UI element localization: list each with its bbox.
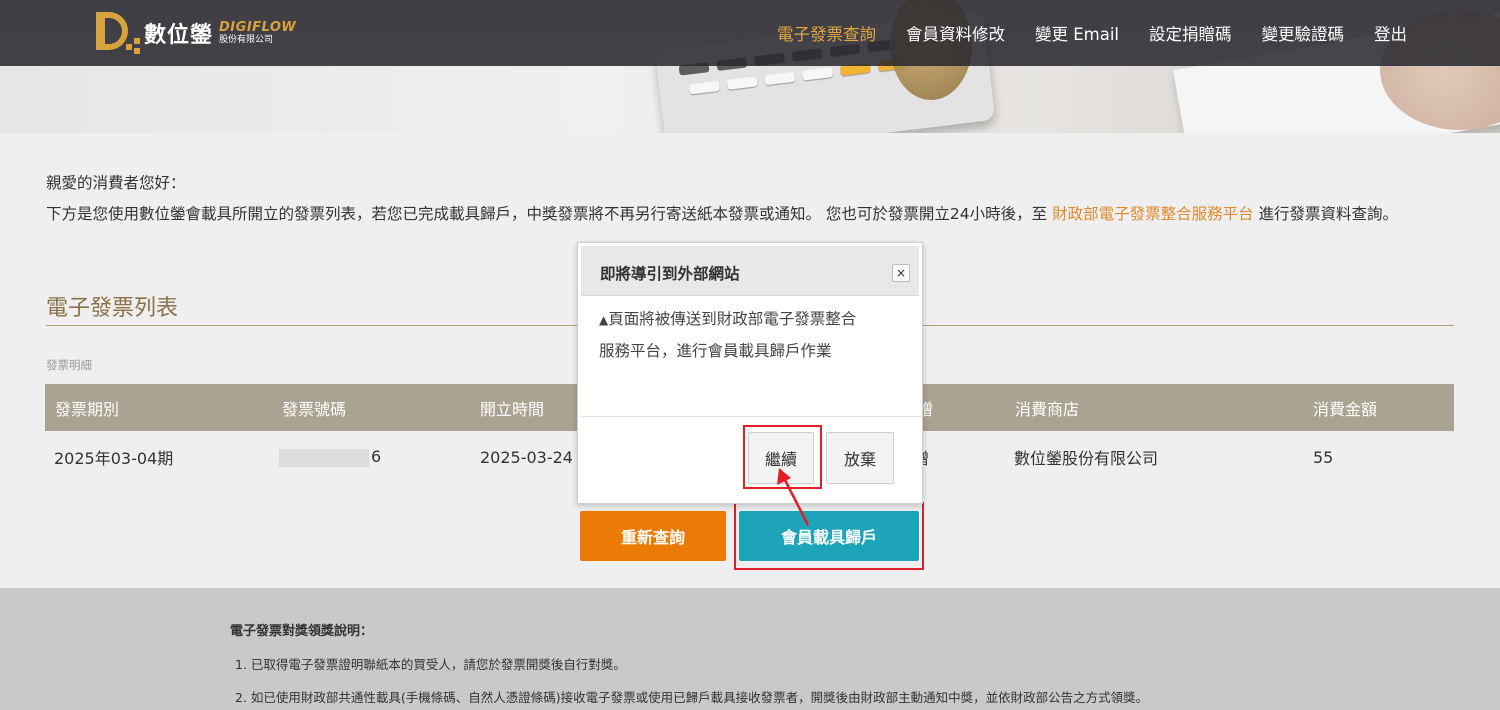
masked-number — [279, 448, 369, 467]
intro-paragraph-1: 下方是您使用數位鎣會載具所開立的發票列表，若您已完成載具歸戶，中獎發票將不再另行… — [46, 205, 1053, 223]
logo-sub-en: DIGIFLOW — [219, 20, 297, 35]
footer-title: 電子發票對獎領獎說明： — [230, 624, 374, 639]
intro-text: 親愛的消費者您好： 下方是您使用數位鎣會載具所開立的發票列表，若您已完成載具歸戶… — [46, 168, 1456, 230]
modal-message-line-1: 頁面將被傳送到財政部電子發票整合 — [608, 310, 857, 328]
cancel-button[interactable]: 放棄 — [826, 432, 894, 484]
intro-paragraph-2: 進行發票資料查詢。 — [1253, 205, 1399, 223]
cell-time: 2025-03-24 1 — [480, 447, 589, 467]
warning-icon: ▲ — [599, 313, 609, 327]
header-store: 消費商店 — [1015, 399, 1080, 419]
highlight-box-continue-button — [743, 425, 822, 489]
highlight-box-carrier-button — [734, 502, 924, 570]
logo-name: 數位鎣 — [144, 23, 214, 48]
nav-change-email[interactable]: 變更 Email — [1035, 21, 1119, 45]
modal-divider — [581, 416, 921, 417]
requery-button[interactable]: 重新查詢 — [580, 511, 726, 561]
modal-header: 即將導引到外部網站 × — [581, 246, 919, 296]
header-number: 發票號碼 — [282, 399, 347, 419]
header-time: 開立時間 — [480, 399, 545, 419]
main-nav: 電子發票查詢 會員資料修改 變更 Email 設定捐贈碼 變更驗證碼 登出 — [747, 0, 1407, 66]
nav-logout[interactable]: 登出 — [1374, 21, 1407, 45]
cell-amount: 55 — [1313, 447, 1334, 467]
header-period: 發票期別 — [55, 399, 120, 419]
nav-member-edit[interactable]: 會員資料修改 — [906, 21, 1005, 45]
nav-change-verify-code[interactable]: 變更驗證碼 — [1262, 21, 1345, 45]
footer-list: 1. 已取得電子發票證明聯紙本的買受人，請您於發票開獎後自行對獎。 2. 如已使… — [235, 654, 1148, 710]
einvoice-platform-link[interactable]: 財政部電子發票整合服務平台 — [1052, 205, 1254, 223]
cell-store: 數位鎣股份有限公司 — [1014, 449, 1159, 468]
logo[interactable]: 數位鎣 DIGIFLOW 股份有限公司 — [96, 12, 296, 54]
logo-icon — [96, 12, 142, 54]
greeting: 親愛的消費者您好： — [46, 174, 186, 192]
modal-message-line-2: 服務平台，進行會員載具歸戶作業 — [599, 342, 832, 360]
nav-invoice-query[interactable]: 電子發票查詢 — [777, 21, 876, 45]
nav-donation-code[interactable]: 設定捐贈碼 — [1149, 21, 1232, 45]
table-caption: 發票明細 — [46, 358, 92, 372]
footer: 電子發票對獎領獎說明： 1. 已取得電子發票證明聯紙本的買受人，請您於發票開獎後… — [0, 588, 1500, 710]
cell-number: 6 — [279, 447, 381, 467]
header-amount: 消費金額 — [1313, 399, 1378, 419]
modal-title: 即將導引到外部網站 — [600, 265, 740, 283]
top-navbar: 數位鎣 DIGIFLOW 股份有限公司 電子發票查詢 會員資料修改 變更 Ema… — [0, 0, 1500, 66]
footer-item: 1. 已取得電子發票證明聯紙本的買受人，請您於發票開獎後自行對獎。 — [235, 657, 626, 672]
close-icon[interactable]: × — [892, 264, 910, 282]
logo-sub-zh: 股份有限公司 — [219, 35, 274, 45]
section-title: 電子發票列表 — [46, 296, 179, 321]
modal-body: ▲頁面將被傳送到財政部電子發票整合 服務平台，進行會員載具歸戶作業 — [599, 304, 899, 367]
footer-item: 2. 如已使用財政部共通性載具(手機條碼、自然人憑證條碼)接收電子發票或使用已歸… — [235, 690, 1149, 705]
cell-period: 2025年03-04期 — [54, 449, 174, 468]
